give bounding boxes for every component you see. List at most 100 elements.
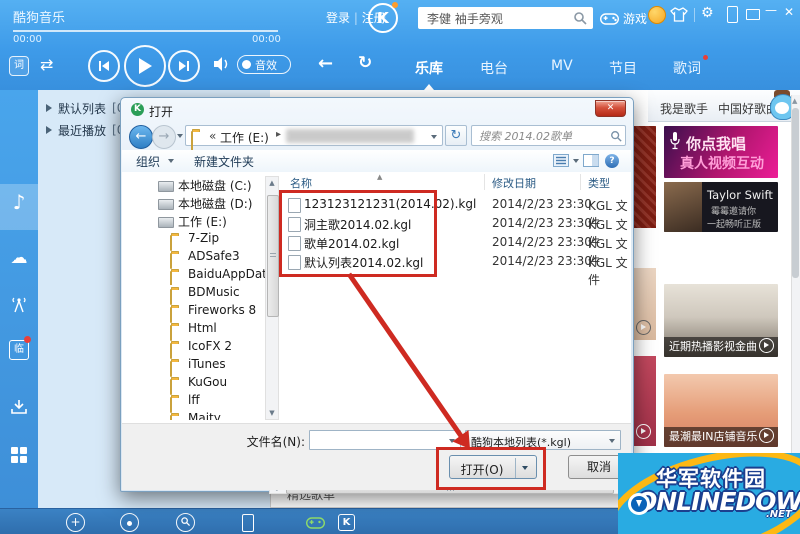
music-note-icon[interactable]: ♪ — [0, 190, 38, 214]
organize-caret[interactable] — [168, 159, 174, 163]
progress-bar[interactable] — [13, 30, 278, 32]
tree-item-folder[interactable]: Fireworks 8 — [122, 303, 265, 321]
tree-item-folder[interactable]: ADSafe3 — [122, 249, 265, 267]
search-box[interactable] — [418, 7, 593, 29]
play-circle-icon[interactable] — [759, 428, 774, 443]
tree-item-drive-e[interactable]: 工作 (E:) — [122, 213, 265, 231]
expand-triangle-icon[interactable] — [46, 104, 52, 112]
dialog-search-box[interactable] — [471, 125, 626, 146]
time-total: 00:00 — [252, 34, 281, 45]
tree-item-folder-partial[interactable]: Maity — [122, 411, 265, 420]
add-music-button[interactable]: + — [66, 513, 85, 532]
search-input[interactable] — [425, 9, 574, 28]
dialog-search-input[interactable] — [477, 128, 609, 145]
play-circle-icon[interactable] — [759, 338, 774, 353]
banner-tv-songs[interactable]: 近期热播影视金曲 — [664, 284, 778, 357]
views-caret[interactable] — [573, 159, 579, 163]
tree-item-folder[interactable]: IcoFX 2 — [122, 339, 265, 357]
tab-programs[interactable]: 节目 — [609, 58, 637, 78]
browser-refresh-icon[interactable]: ↻ — [358, 53, 372, 73]
game-center-button[interactable]: 游戏 — [600, 10, 647, 27]
tree-item-drive-d[interactable]: 本地磁盘 (D:) — [122, 195, 265, 213]
preview-pane-icon[interactable] — [583, 154, 599, 167]
sound-effect-button[interactable]: 音效 — [237, 55, 291, 74]
music-search-button[interactable] — [176, 513, 195, 532]
scroll-up-arrow-icon[interactable]: ▲ — [792, 97, 797, 105]
column-header-type[interactable]: 类型 — [588, 175, 610, 191]
expand-triangle-icon[interactable] — [46, 126, 52, 134]
tree-item-folder[interactable]: BaiduAppData — [122, 267, 265, 285]
tab-sing-my-song[interactable]: 中国好歌曲 — [718, 100, 778, 117]
breadcrumb-root[interactable]: 工作 (E:) — [220, 129, 269, 146]
play-mode-shuffle-icon[interactable]: ⇄ — [40, 55, 53, 74]
organize-menu[interactable]: 组织 — [136, 153, 160, 170]
previous-icon — [98, 61, 110, 71]
partial-banner-left-1[interactable] — [632, 126, 656, 228]
dialog-close-button[interactable]: ✕ — [595, 100, 626, 117]
new-folder-button[interactable]: 新建文件夹 — [194, 153, 254, 170]
address-breadcrumb[interactable]: « 工作 (E:) ▸ — [185, 125, 443, 146]
login-link[interactable]: 登录 — [326, 11, 350, 25]
banner-taylor-swift[interactable]: Taylor Swift 霉霉邀请你 一起畅听正版 — [664, 182, 778, 232]
next-track-button[interactable] — [168, 50, 200, 82]
tree-item-folder[interactable]: BDMusic — [122, 285, 265, 303]
game-shortcut-icon[interactable] — [306, 517, 325, 529]
shirt-icon[interactable] — [670, 7, 688, 22]
nav-history-caret[interactable] — [177, 134, 183, 138]
watermark-download-icon — [628, 493, 650, 515]
filename-input[interactable] — [314, 433, 438, 449]
combo-caret[interactable] — [609, 439, 615, 443]
combo-caret[interactable] — [449, 439, 455, 443]
column-header-date[interactable]: 修改日期 — [492, 175, 536, 191]
partial-banner-left-3[interactable] — [632, 356, 656, 446]
scrollbar-thumb[interactable] — [792, 108, 799, 278]
settings-gear-icon[interactable]: ⚙ — [701, 5, 714, 21]
tree-item-folder[interactable]: iTunes — [122, 357, 265, 375]
playlist-item-default[interactable]: 默认列表 [0] — [46, 98, 129, 118]
more-apps-grid-icon[interactable] — [11, 447, 27, 463]
coin-purse-icon[interactable] — [648, 6, 666, 24]
help-icon[interactable]: ? — [605, 154, 619, 168]
nav-back-button[interactable]: ← — [129, 125, 153, 149]
temp-playlist-icon[interactable]: 临 — [9, 340, 29, 360]
tab-music-library[interactable]: 乐库 — [415, 58, 443, 78]
banner-shop-music[interactable]: 最潮最IN店铺音乐 — [664, 374, 778, 447]
search-icon[interactable] — [573, 11, 587, 25]
tab-mv[interactable]: MV — [551, 58, 573, 74]
play-button[interactable] — [124, 45, 166, 87]
minimize-button[interactable]: — — [765, 3, 777, 17]
volume-icon[interactable] — [213, 56, 231, 72]
close-button[interactable]: ✕ — [784, 5, 794, 19]
lyrics-chip-icon[interactable]: 词 — [9, 56, 29, 76]
tree-item-drive-c[interactable]: 本地磁盘 (C:) — [122, 177, 265, 195]
playlist-item-recent[interactable]: 最近播放 [0] — [46, 120, 129, 140]
breadcrumb-dropdown-caret[interactable] — [431, 135, 437, 139]
refresh-button[interactable]: ↻ — [445, 125, 467, 146]
tree-item-folder[interactable]: 7-Zip — [122, 231, 265, 249]
cloud-icon[interactable]: ☁ — [0, 248, 38, 268]
tree-item-folder-selected[interactable]: lff — [122, 393, 265, 411]
views-icon[interactable] — [553, 154, 569, 167]
playlist-label: 默认列表 — [58, 100, 106, 117]
tab-i-am-singer[interactable]: 我是歌手 — [660, 100, 708, 117]
partial-banner-left-2[interactable] — [632, 268, 656, 340]
previous-track-button[interactable] — [88, 50, 120, 82]
mini-mode-icon[interactable] — [746, 9, 760, 20]
tree-item-folder[interactable]: KuGou — [122, 375, 265, 393]
breadcrumb-blurred-segment[interactable] — [286, 129, 414, 143]
banner-karaoke[interactable]: 你点我唱 真人视频互动 — [664, 126, 778, 178]
scroll-down-arrow-icon[interactable]: ▼ — [266, 409, 278, 417]
kugou-k-shortcut-icon[interactable]: K — [338, 514, 355, 531]
column-header-name[interactable]: 名称 — [290, 175, 312, 191]
browser-back-icon[interactable]: ← — [318, 53, 333, 74]
locate-playing-button[interactable] — [120, 513, 139, 532]
radio-tower-icon[interactable] — [11, 295, 27, 313]
microphone-icon — [670, 132, 680, 150]
download-icon[interactable] — [11, 400, 27, 415]
tab-radio[interactable]: 电台 — [480, 58, 508, 78]
tab-lyrics[interactable]: 歌词 — [673, 58, 701, 78]
phone-transfer-icon[interactable] — [242, 514, 254, 532]
phone-mode-icon[interactable] — [727, 6, 738, 23]
tree-item-folder[interactable]: Html — [122, 321, 265, 339]
nav-forward-button[interactable]: → — [152, 125, 176, 149]
